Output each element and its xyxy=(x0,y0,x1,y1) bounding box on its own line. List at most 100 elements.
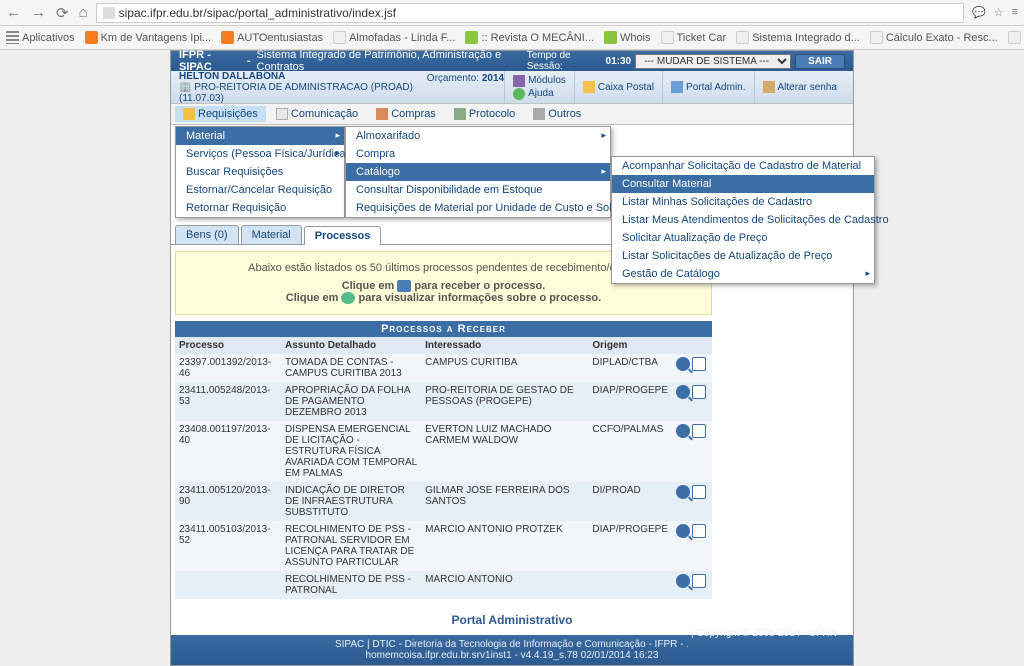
cell-interessado: EVERTON LUIZ MACHADO CARMEM WALDOW xyxy=(421,421,588,482)
receive-icon[interactable] xyxy=(692,385,706,399)
receive-icon[interactable] xyxy=(692,357,706,371)
receive-icon[interactable] xyxy=(692,424,706,438)
bookmark-item[interactable]: Ticket Car xyxy=(661,31,727,44)
forward-button[interactable]: → xyxy=(31,4,46,22)
receive-icon[interactable] xyxy=(692,524,706,538)
tab-material[interactable]: Material xyxy=(241,225,302,244)
mail-icon xyxy=(583,81,595,93)
bookmark-item[interactable]: MED PREV - Encami... xyxy=(1008,31,1024,44)
user-unit: PRO-REITORIA DE ADMINISTRACAO (PROAD) (1… xyxy=(179,82,413,104)
chat-icon[interactable]: 💬 xyxy=(972,6,986,19)
menu-item-req-unidade[interactable]: Requisições de Material por Unidade de C… xyxy=(346,199,610,217)
receive-icon[interactable] xyxy=(692,485,706,499)
menu-item-disponibilidade[interactable]: Consultar Disponibilidade em Estoque xyxy=(346,181,610,199)
inbox-link[interactable]: Caixa Postal xyxy=(583,81,654,93)
bookmark-bar: Aplicativos Km de Vantagens Ipi... AUTOe… xyxy=(0,26,1024,50)
menu-item-consultar-material[interactable]: Consultar Material xyxy=(612,175,874,193)
menu-item-estornar[interactable]: Estornar/Cancelar Requisição xyxy=(176,181,344,199)
bookmark-item[interactable]: Whois xyxy=(604,31,651,44)
userbar: HELTON DALLABONA 🏢 PRO-REITORIA DE ADMIN… xyxy=(171,71,853,103)
menu-item-listar-minhas[interactable]: Listar Minhas Solicitações de Cadastro xyxy=(612,193,874,211)
view-icon[interactable] xyxy=(676,524,690,538)
bookmark-item[interactable]: Sistema Integrado d... xyxy=(736,31,860,44)
apps-button[interactable]: Aplicativos xyxy=(6,31,75,44)
menu-item-servicos[interactable]: Serviços (Pessoa Física/Jurídica) xyxy=(176,145,344,163)
menu-item-gestao-catalogo[interactable]: Gestão de Catálogo xyxy=(612,265,874,283)
bookmark-item[interactable]: Almofadas - Linda F... xyxy=(333,31,455,44)
submenu-requisicoes: Material Serviços (Pessoa Física/Jurídic… xyxy=(175,126,345,218)
bookmark-item[interactable]: AUTOentusiastas xyxy=(221,31,323,44)
cell-interessado: PRO-REITORIA DE GESTAO DE PESSOAS (PROGE… xyxy=(421,382,588,421)
tab-bens[interactable]: Bens (0) xyxy=(175,225,239,244)
menu-item-material[interactable]: Material xyxy=(176,127,344,145)
unit-icon: 🏢 xyxy=(179,82,191,93)
admin-icon xyxy=(671,81,683,93)
home-button[interactable]: ⌂ xyxy=(79,4,88,22)
help-icon xyxy=(513,88,525,100)
view-icon[interactable] xyxy=(676,385,690,399)
budget-year: 2014 xyxy=(482,73,504,84)
bookmark-item[interactable]: Km de Vantagens Ipi... xyxy=(85,31,211,44)
system-select[interactable]: --- MUDAR DE SISTEMA --- xyxy=(635,54,791,69)
logout-button[interactable]: SAIR xyxy=(795,54,845,69)
process-table: Processo Assunto Detalhado Interessado O… xyxy=(175,337,712,599)
menu-compras[interactable]: Compras xyxy=(368,106,444,122)
section-header: Processos a Receber xyxy=(175,321,712,337)
bookmark-item[interactable]: :: Revista O MECÂNI... xyxy=(465,31,593,44)
view-icon[interactable] xyxy=(676,357,690,371)
cell-interessado: MARCIO ANTONIO xyxy=(421,571,588,599)
menu-comunicacao[interactable]: Comunicação xyxy=(268,106,366,122)
cell-processo: 23408.001197/2013-40 xyxy=(175,421,281,482)
cell-origem: CCFO/PALMAS xyxy=(588,421,672,482)
menu-item-acompanhar[interactable]: Acompanhar Solicitação de Cadastro de Ma… xyxy=(612,157,874,175)
url-bar[interactable]: sipac.ifpr.edu.br/sipac/portal_administr… xyxy=(96,3,964,23)
view-icon[interactable] xyxy=(676,485,690,499)
view-icon[interactable] xyxy=(676,424,690,438)
bookmark-icon[interactable]: ☆ xyxy=(994,6,1004,19)
browser-toolbar: ← → ⟳ ⌂ sipac.ifpr.edu.br/sipac/portal_a… xyxy=(0,0,1024,26)
bookmark-item[interactable]: Cálculo Exato - Resc... xyxy=(870,31,998,44)
menu-requisicoes[interactable]: Requisições xyxy=(175,106,266,122)
portal-admin-link[interactable]: Portal Admin. xyxy=(671,81,745,93)
menu-icon[interactable]: ≡ xyxy=(1012,6,1018,19)
help-link[interactable]: Ajuda xyxy=(513,88,566,100)
cell-interessado: MARCIO ANTONIO PROTZEK xyxy=(421,521,588,571)
reload-button[interactable]: ⟳ xyxy=(56,4,69,22)
app-subtitle: Sistema Integrado de Patrimônio, Adminis… xyxy=(257,49,527,73)
session-label: Tempo de Sessão: xyxy=(527,50,603,72)
menu-protocolo[interactable]: Protocolo xyxy=(446,106,523,122)
menu-item-compra[interactable]: Compra xyxy=(346,145,610,163)
cell-origem: DIAP/PROGEPE xyxy=(588,382,672,421)
app-title: IFPR - SIPAC xyxy=(179,49,241,73)
footer: SIPAC | DTIC - Diretoria da Tecnologia d… xyxy=(171,635,853,665)
magnifier-icon xyxy=(341,292,355,304)
cell-origem xyxy=(588,571,672,599)
menu-item-retornar[interactable]: Retornar Requisição xyxy=(176,199,344,217)
menu-item-solicitar-preco[interactable]: Solicitar Atualização de Preço xyxy=(612,229,874,247)
table-row: RECOLHIMENTO DE PSS - PATRONALMARCIO ANT… xyxy=(175,571,712,599)
session-time: 01:30 xyxy=(606,56,632,67)
cell-origem: DI/PROAD xyxy=(588,482,672,521)
menu-item-almox[interactable]: Almoxarifado xyxy=(346,127,610,145)
menu-item-listar-atend[interactable]: Listar Meus Atendimentos de Solicitações… xyxy=(612,211,874,229)
url-text: sipac.ifpr.edu.br/sipac/portal_administr… xyxy=(119,6,396,20)
menu-item-buscar[interactable]: Buscar Requisições xyxy=(176,163,344,181)
change-password-link[interactable]: Alterar senha xyxy=(763,81,837,93)
modules-icon xyxy=(513,75,525,87)
submenu-catalogo: Acompanhar Solicitação de Cadastro de Ma… xyxy=(611,156,875,284)
table-row: 23408.001197/2013-40DISPENSA EMERGENCIAL… xyxy=(175,421,712,482)
cell-interessado: CAMPUS CURITIBA xyxy=(421,354,588,382)
back-button[interactable]: ← xyxy=(6,4,21,22)
cell-assunto: TOMADA DE CONTAS - CAMPUS CURITIBA 2013 xyxy=(281,354,421,382)
modules-link[interactable]: Módulos xyxy=(513,75,566,87)
menu-outros[interactable]: Outros xyxy=(525,106,589,122)
col-origem: Origem xyxy=(588,337,672,354)
cell-assunto: INDICAÇÃO DE DIRETOR DE INFRAESTRUTURA S… xyxy=(281,482,421,521)
tab-processos[interactable]: Processos xyxy=(304,226,382,245)
receive-icon[interactable] xyxy=(692,574,706,588)
protocolo-icon xyxy=(454,108,466,120)
menu-item-listar-preco[interactable]: Listar Solicitações de Atualização de Pr… xyxy=(612,247,874,265)
view-icon[interactable] xyxy=(676,574,690,588)
menu-item-catalogo[interactable]: Catálogo xyxy=(346,163,610,181)
cell-origem: DIAP/PROGEPE xyxy=(588,521,672,571)
